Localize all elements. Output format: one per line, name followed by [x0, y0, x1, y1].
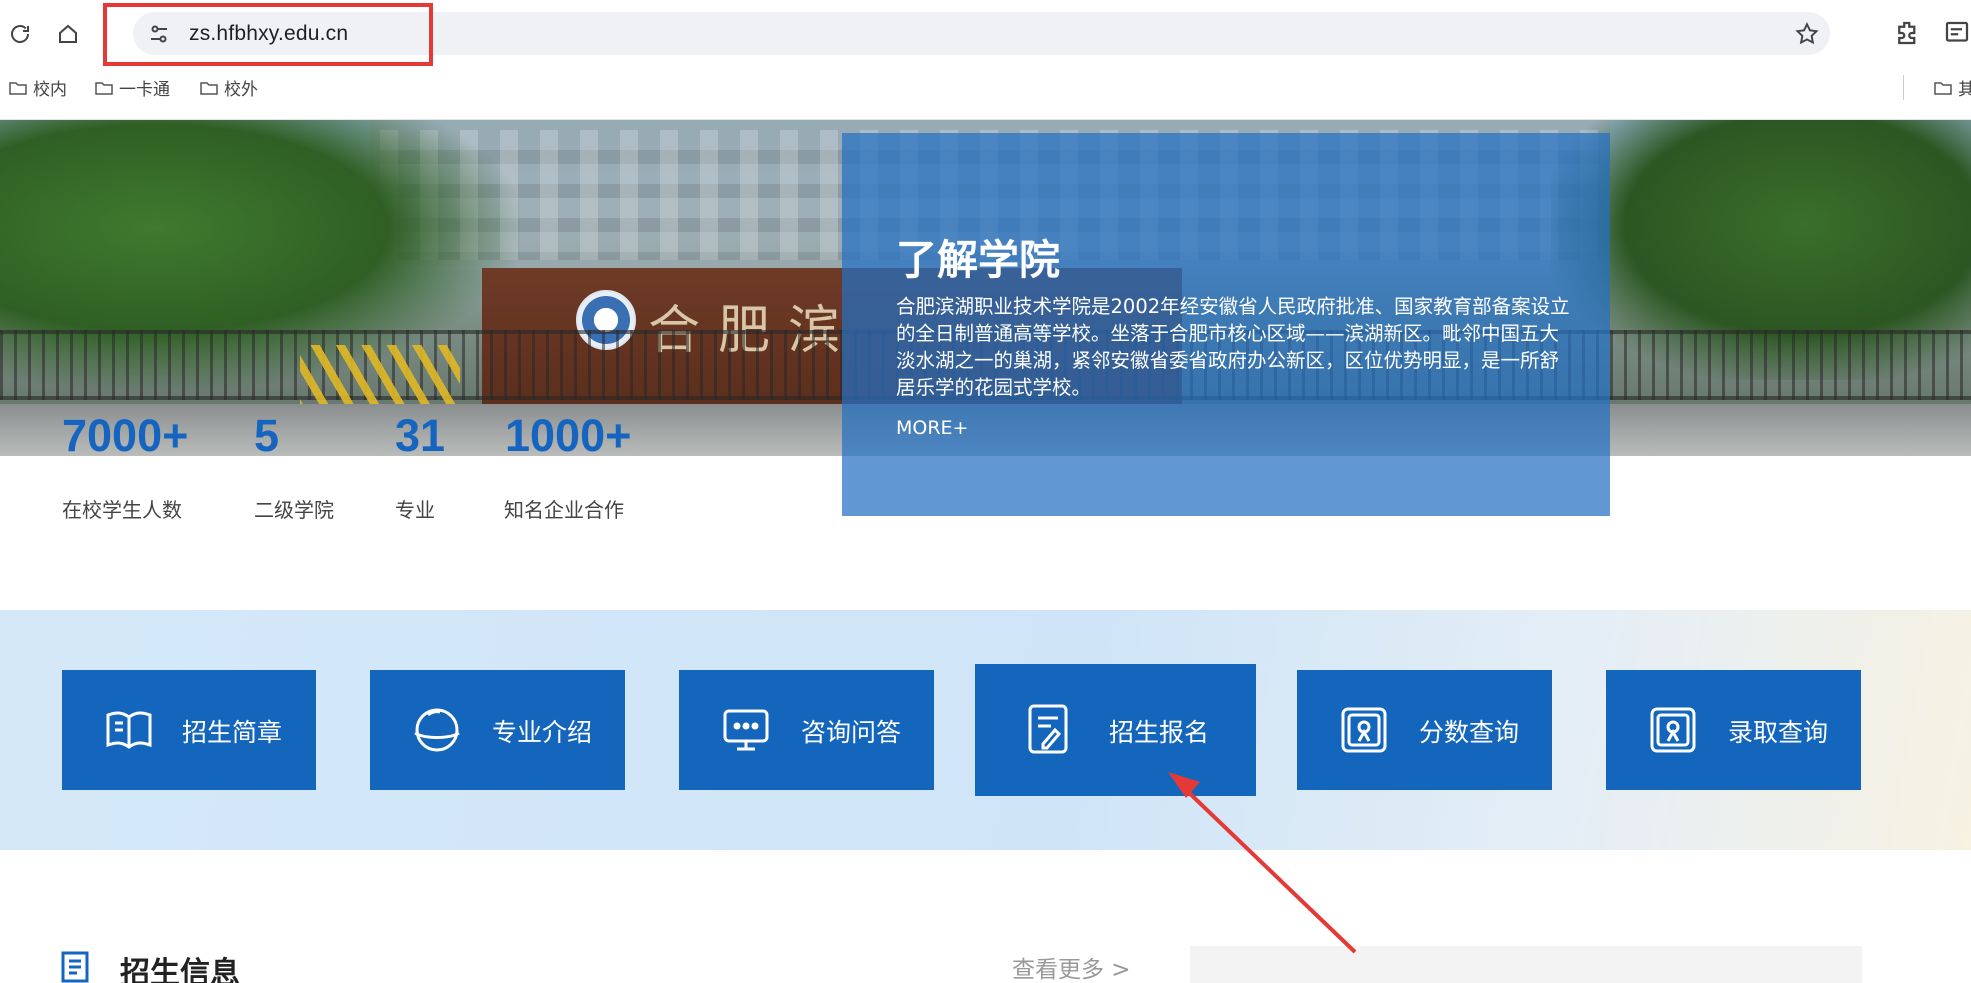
- extensions-icon[interactable]: [1893, 18, 1923, 48]
- news-panel: [1190, 946, 1862, 983]
- bookmark-folder[interactable]: 校内: [9, 75, 67, 100]
- bookmark-label: 校外: [224, 80, 258, 100]
- certificate-icon: [1650, 707, 1696, 753]
- news-list-icon: [61, 951, 89, 983]
- quick-link-score-query[interactable]: 分数查询: [1297, 670, 1552, 790]
- bookmark-label: 一卡通: [119, 80, 170, 100]
- quick-link-faq[interactable]: 咨询问答: [679, 670, 934, 790]
- brochure-icon: [106, 711, 152, 749]
- stat-value-colleges: 5: [254, 410, 280, 461]
- quick-link-majors[interactable]: 专业介绍: [370, 670, 625, 790]
- bookmark-folder[interactable]: 一卡通: [95, 75, 170, 100]
- reading-list-icon[interactable]: [1942, 18, 1971, 48]
- stat-value-students: 7000+: [62, 410, 189, 461]
- bookmark-folder[interactable]: 校外: [200, 75, 258, 100]
- star-icon[interactable]: [1794, 21, 1820, 47]
- quick-link-admission-query[interactable]: 录取查询: [1606, 670, 1861, 790]
- quick-link-label: 分数查询: [1419, 718, 1520, 747]
- quick-link-registration[interactable]: 招生报名: [975, 664, 1256, 796]
- browser-chrome: zs.hfbhxy.edu.cn 校内 一卡通 校外 其: [0, 0, 1971, 120]
- stat-label-students: 在校学生人数: [62, 498, 182, 522]
- quick-link-label: 咨询问答: [801, 718, 902, 747]
- intro-more-link[interactable]: MORE+: [896, 417, 968, 439]
- intro-panel: 了解学院 合肥滨湖职业技术学院是2002年经安徽省人民政府批准、国家教育部备案设…: [842, 133, 1610, 516]
- certificate-icon: [1341, 707, 1387, 753]
- quick-link-label: 专业介绍: [492, 718, 593, 747]
- stat-value-partners: 1000+: [505, 410, 632, 461]
- folder-icon: [1934, 81, 1952, 95]
- intro-title: 了解学院: [896, 236, 1060, 284]
- stat-label-majors: 专业: [395, 498, 435, 522]
- folder-icon: [9, 81, 27, 95]
- bookmarks-bar: 校内 一卡通 校外 其: [0, 72, 1971, 102]
- reload-icon[interactable]: [3, 17, 37, 51]
- bookmark-label: 校内: [33, 80, 67, 100]
- bookmark-folder-overflow[interactable]: 其: [1903, 75, 1971, 100]
- folder-icon: [200, 81, 218, 95]
- home-icon[interactable]: [51, 17, 85, 51]
- folder-icon: [95, 81, 113, 95]
- url-highlight-annotation: [103, 3, 433, 66]
- quick-link-label: 招生简章: [182, 718, 283, 747]
- stat-label-colleges: 二级学院: [254, 498, 334, 522]
- news-more-link[interactable]: 查看更多 >: [1012, 950, 1131, 983]
- bookmark-label: 其: [1958, 80, 1971, 100]
- stat-label-partners: 知名企业合作: [504, 498, 624, 522]
- quick-link-label: 录取查询: [1728, 718, 1829, 747]
- form-icon: [1028, 704, 1068, 754]
- news-section-title: 招生信息: [120, 956, 240, 983]
- quick-link-label: 招生报名: [1109, 718, 1210, 747]
- intro-description: 合肥滨湖职业技术学院是2002年经安徽省人民政府批准、国家教育部备案设立的全日制…: [896, 295, 1570, 399]
- quick-link-brochure[interactable]: 招生简章: [62, 670, 316, 790]
- globe-icon: [414, 708, 460, 752]
- chat-icon: [723, 709, 769, 751]
- stat-value-majors: 31: [395, 410, 446, 461]
